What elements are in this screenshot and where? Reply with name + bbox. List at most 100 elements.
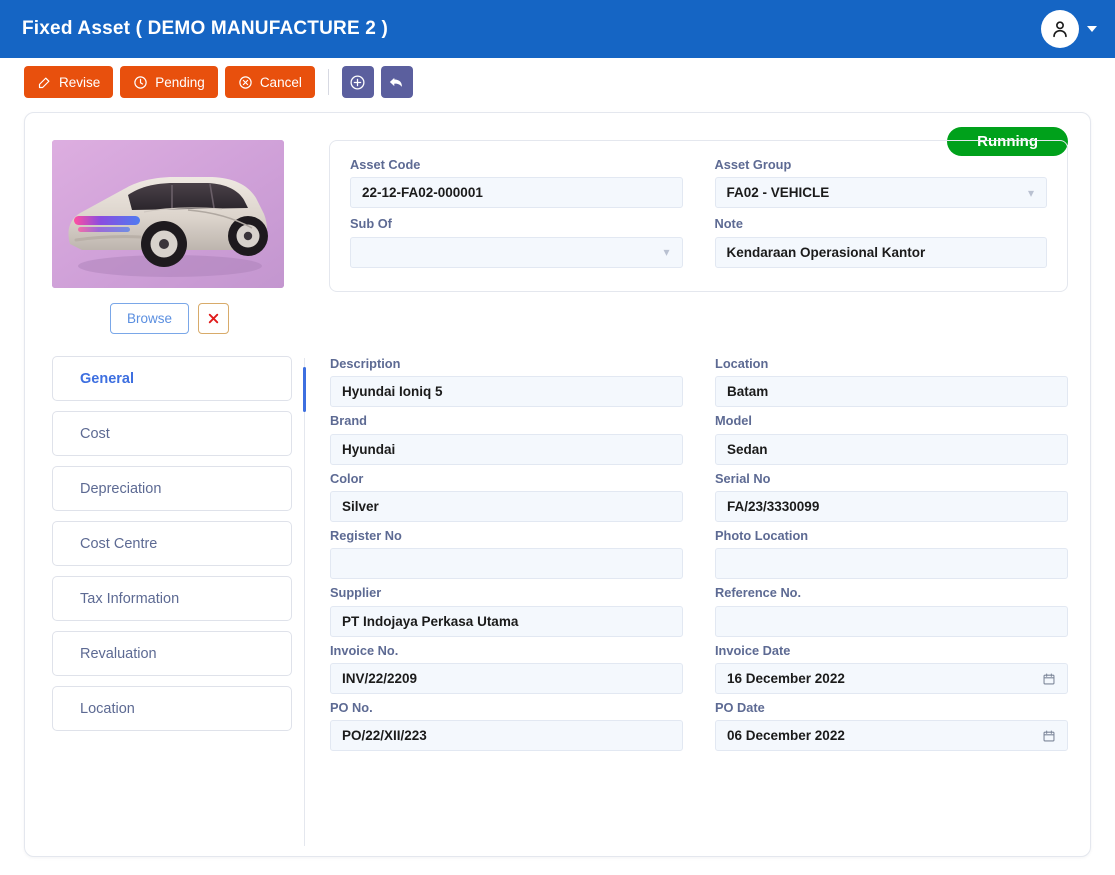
chevron-down-icon: ▾	[663, 245, 670, 260]
pending-button[interactable]: Pending	[120, 66, 218, 98]
field-photo-location: Photo Location	[715, 528, 1068, 580]
field-label: Model	[715, 413, 752, 429]
field-label: PO No.	[330, 700, 373, 716]
user-menu[interactable]	[1041, 10, 1097, 48]
field-label: Sub Of	[350, 216, 392, 232]
tab-label: Cost Centre	[80, 535, 158, 552]
car-photo-graphic	[52, 140, 284, 288]
field-label: PO Date	[715, 700, 765, 716]
tab-cost[interactable]: Cost	[52, 411, 292, 456]
field-label: Color	[330, 470, 364, 486]
field-label: Photo Location	[715, 528, 809, 544]
pending-button-label: Pending	[155, 74, 205, 90]
asset-code-input[interactable]: 22-12-FA02-000001	[350, 177, 683, 209]
field-label: Asset Group	[714, 157, 792, 172]
clock-icon	[134, 75, 147, 89]
field-po-date: PO Date 06 December 2022	[715, 700, 1068, 752]
calendar-icon[interactable]	[1042, 729, 1056, 743]
section-divider	[303, 358, 306, 846]
tab-general[interactable]: General	[52, 356, 292, 401]
tab-label: Revaluation	[80, 645, 157, 662]
po-date-value: 06 December 2022	[727, 728, 845, 744]
field-serial-no: Serial No FA/23/3330099	[715, 470, 1068, 523]
field-label: Serial No	[715, 470, 771, 486]
description-input[interactable]: Hyundai Ioniq 5	[330, 376, 683, 408]
tab-revaluation[interactable]: Revaluation	[52, 631, 292, 676]
field-sub-of: Sub Of ▾	[350, 216, 683, 268]
field-location: Location Batam	[715, 356, 1068, 408]
field-brand: Brand Hyundai	[330, 413, 683, 465]
cancel-button-label: Cancel	[259, 74, 302, 90]
field-color: Color Silver	[330, 470, 683, 523]
asset-detail-card: Running Browse Asset Code 22-12-FA02-000…	[24, 112, 1091, 857]
asset-photo[interactable]	[52, 140, 284, 288]
field-label: Description	[330, 356, 401, 371]
color-input[interactable]: Silver	[330, 491, 683, 523]
asset-group-value: FA02 - VEHICLE	[726, 185, 830, 201]
tab-label: Depreciation	[80, 480, 162, 497]
cancel-icon	[239, 75, 252, 89]
field-label: Supplier	[330, 585, 382, 601]
delete-photo-button[interactable]	[198, 303, 230, 334]
asset-detail-section: General Cost Depreciation Cost Centre Ta…	[25, 356, 1090, 846]
invoice-no-input[interactable]: INV/22/2209	[330, 663, 683, 695]
invoice-date-value: 16 December 2022	[727, 671, 845, 687]
po-no-input[interactable]: PO/22/XII/223	[330, 720, 683, 752]
general-form: Description Hyundai Ioniq 5 Location Bat…	[305, 356, 1068, 846]
tab-label: Cost	[80, 425, 110, 442]
tab-list: General Cost Depreciation Cost Centre Ta…	[52, 356, 292, 846]
invoice-date-input[interactable]: 16 December 2022	[715, 663, 1068, 695]
browse-button[interactable]: Browse	[110, 303, 190, 334]
cancel-button[interactable]: Cancel	[224, 66, 315, 98]
field-register-no: Register No	[330, 528, 683, 580]
undo-arrow-icon	[390, 77, 403, 87]
sub-of-select[interactable]: ▾	[350, 236, 683, 268]
field-note: Note Kendaraan Operasional Kantor	[714, 216, 1047, 268]
field-reference-no: Reference No.	[715, 585, 1068, 637]
field-label: Invoice Date	[715, 642, 791, 658]
avatar[interactable]	[1041, 10, 1079, 48]
register-no-input[interactable]	[330, 548, 683, 580]
chevron-down-icon[interactable]	[1087, 26, 1097, 32]
asset-group-select[interactable]: FA02 - VEHICLE ▾	[714, 177, 1047, 209]
active-tab-marker	[303, 367, 306, 412]
supplier-input[interactable]: PT Indojaya Perkasa Utama	[330, 605, 683, 637]
revise-button-label: Revise	[59, 74, 101, 90]
plus-circle-icon	[350, 74, 365, 90]
photo-actions: Browse	[52, 303, 317, 334]
field-label: Register No	[330, 528, 402, 544]
general-field-grid: Description Hyundai Ioniq 5 Location Bat…	[330, 356, 1068, 756]
tab-cost-centre[interactable]: Cost Centre	[52, 521, 292, 566]
asset-header-fields: Asset Code 22-12-FA02-000001 Asset Group…	[329, 140, 1068, 292]
field-invoice-date: Invoice Date 16 December 2022	[715, 642, 1068, 695]
field-supplier: Supplier PT Indojaya Perkasa Utama	[330, 585, 683, 637]
field-description: Description Hyundai Ioniq 5	[330, 356, 683, 408]
tab-location[interactable]: Location	[52, 686, 292, 731]
field-label: Note	[714, 216, 743, 232]
field-po-no: PO No. PO/22/XII/223	[330, 700, 683, 752]
field-label: Brand	[330, 413, 367, 429]
tab-label: Location	[80, 700, 135, 717]
toolbar-separator	[327, 69, 329, 95]
revise-button[interactable]: Revise	[24, 66, 114, 98]
serial-no-input[interactable]: FA/23/3330099	[715, 491, 1068, 523]
note-input[interactable]: Kendaraan Operasional Kantor	[714, 236, 1047, 268]
brand-input[interactable]: Hyundai	[330, 433, 683, 465]
field-asset-code: Asset Code 22-12-FA02-000001	[350, 157, 683, 209]
reference-no-input[interactable]	[715, 605, 1068, 637]
photo-location-input[interactable]	[715, 548, 1068, 580]
tab-tax-information[interactable]: Tax Information	[52, 576, 292, 621]
back-button[interactable]	[380, 66, 413, 98]
po-date-input[interactable]: 06 December 2022	[715, 720, 1068, 752]
calendar-icon[interactable]	[1042, 672, 1056, 686]
location-input[interactable]: Batam	[715, 376, 1068, 408]
user-icon	[1053, 21, 1067, 38]
asset-photo-column: Browse	[52, 140, 317, 334]
add-button[interactable]	[341, 66, 374, 98]
field-model: Model Sedan	[715, 413, 1068, 465]
tab-depreciation[interactable]: Depreciation	[52, 466, 292, 511]
model-input[interactable]: Sedan	[715, 433, 1068, 465]
chevron-down-icon: ▾	[1027, 185, 1034, 200]
field-invoice-no: Invoice No. INV/22/2209	[330, 643, 683, 695]
red-x-icon	[208, 313, 219, 324]
